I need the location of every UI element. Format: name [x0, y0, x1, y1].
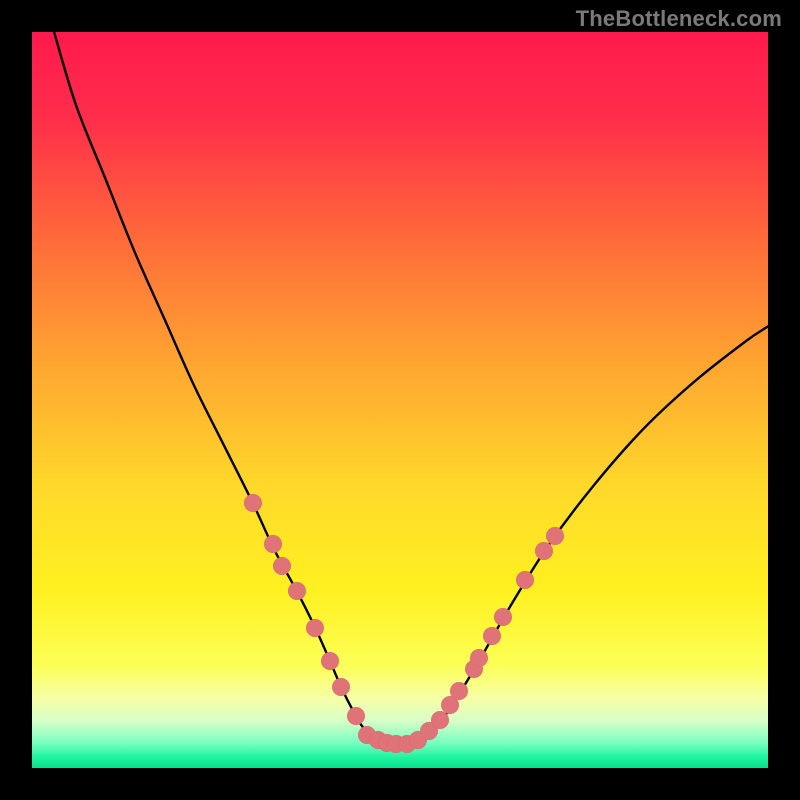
watermark-text: TheBottleneck.com [576, 6, 782, 32]
chart-frame: TheBottleneck.com [0, 0, 800, 800]
gradient-background [32, 32, 768, 768]
plot-area [32, 32, 768, 768]
